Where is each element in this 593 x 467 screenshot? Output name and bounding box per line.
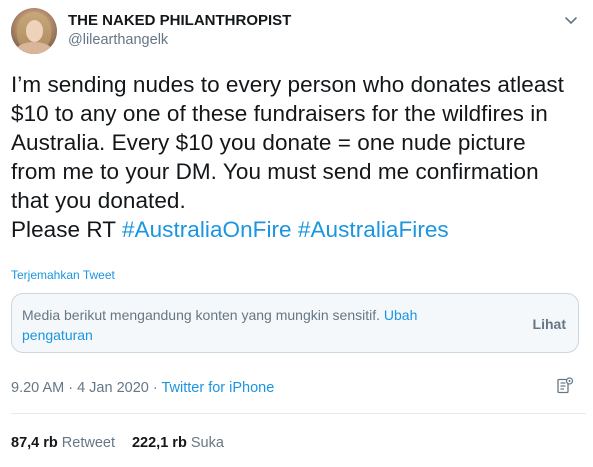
tweet-stats: 87,4 rb Retweet 222,1 rb Suka bbox=[11, 435, 224, 451]
tweet-text-prefix: Please RT bbox=[11, 217, 122, 242]
tweet-text-last-line: Please RT #AustraliaOnFire #AustraliaFir… bbox=[11, 215, 586, 244]
avatar[interactable] bbox=[11, 8, 57, 54]
translate-tweet-link[interactable]: Terjemahkan Tweet bbox=[11, 268, 115, 282]
sensitive-media-text: Media berikut mengandung konten yang mun… bbox=[22, 305, 492, 345]
analytics-icon[interactable] bbox=[556, 377, 574, 395]
like-label: Suka bbox=[190, 435, 224, 451]
tweet-text-line: that you donated. bbox=[11, 188, 186, 213]
tweet-time[interactable]: 9.20 AM bbox=[11, 380, 64, 396]
hashtag-link[interactable]: #AustraliaFires bbox=[298, 217, 449, 242]
like-stat[interactable]: 222,1 rb Suka bbox=[132, 435, 224, 451]
divider bbox=[11, 413, 586, 414]
retweet-stat[interactable]: 87,4 rb Retweet bbox=[11, 435, 115, 451]
view-media-button[interactable]: Lihat bbox=[533, 316, 566, 332]
tweet-text-line: I’m sending nudes to every person who do… bbox=[11, 72, 564, 97]
tweet-date[interactable]: 4 Jan 2020 bbox=[77, 380, 149, 396]
tweet-text: I’m sending nudes to every person who do… bbox=[11, 70, 586, 244]
avatar-face bbox=[26, 20, 43, 42]
sensitive-media-message: Media berikut mengandung konten yang mun… bbox=[22, 307, 380, 323]
tweet-meta: 9.20 AM · 4 Jan 2020 · Twitter for iPhon… bbox=[11, 380, 274, 396]
hashtag-link[interactable]: #AustraliaOnFire bbox=[122, 217, 292, 242]
chevron-down-icon[interactable] bbox=[562, 14, 580, 28]
display-name[interactable]: THE NAKED PHILANTHROPIST bbox=[68, 12, 291, 29]
tweet-text-line: Australia. Every $10 you donate = one nu… bbox=[11, 130, 526, 155]
tweet-text-line: $10 to any one of these fundraisers for … bbox=[11, 101, 548, 126]
sensitive-media-notice: Media berikut mengandung konten yang mun… bbox=[11, 293, 579, 353]
retweet-count: 87,4 rb bbox=[11, 435, 58, 451]
retweet-label: Retweet bbox=[61, 435, 115, 451]
tweet-text-line: from me to your DM. You must send me con… bbox=[11, 159, 539, 184]
tweet: THE NAKED PHILANTHROPIST @lilearthangelk… bbox=[0, 0, 593, 467]
tweet-source-link[interactable]: Twitter for iPhone bbox=[161, 380, 274, 396]
meta-separator: · bbox=[148, 380, 162, 396]
like-count: 222,1 rb bbox=[131, 435, 187, 451]
user-handle[interactable]: @lilearthangelk bbox=[68, 32, 168, 48]
meta-separator: · bbox=[64, 380, 78, 396]
